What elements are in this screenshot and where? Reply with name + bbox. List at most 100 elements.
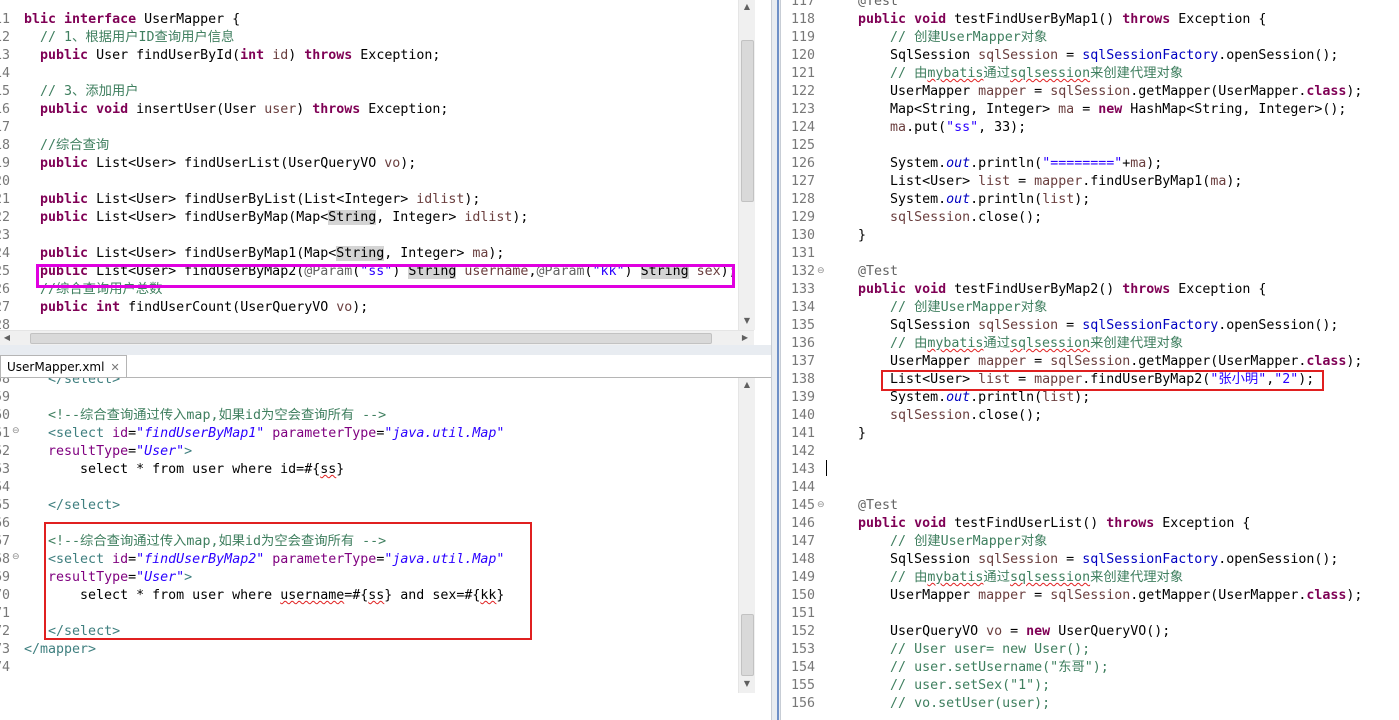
code-line[interactable]: UserMapper mapper = sqlSession.getMapper… (826, 587, 1362, 605)
code-line[interactable]: @Test (826, 497, 898, 515)
code-line[interactable]: <!--综合查询通过传入map,如果id为空会查询所有 --> (24, 533, 386, 551)
line-number: 11 (0, 12, 10, 27)
line-number: 150 (790, 588, 815, 603)
code-area[interactable]: 117 @Test 118 public void testFindUserByM… (781, 0, 1393, 720)
code-line[interactable]: public void testFindUserByMap2() throws … (826, 281, 1266, 299)
code-line[interactable]: UserMapper mapper = sqlSession.getMapper… (826, 353, 1362, 371)
code-line[interactable]: ma.put("ss", 33); (826, 119, 1026, 137)
scroll-thumb[interactable] (741, 40, 754, 202)
code-line[interactable]: // 由mybatis通过sqlsession来创建代理对象 (826, 569, 1183, 587)
code-line[interactable]: // 创建UserMapper对象 (826, 299, 1047, 317)
tab-usermapper-xml[interactable]: UserMapper.xml ✕ (0, 355, 127, 378)
line-number: 64 (0, 480, 10, 495)
arrow-up-icon[interactable]: ▲ (742, 380, 752, 390)
arrow-down-icon[interactable]: ▼ (742, 679, 752, 689)
code-line[interactable]: SqlSession sqlSession = sqlSessionFactor… (826, 47, 1338, 65)
code-line[interactable]: //综合查询用户总数 (24, 281, 162, 299)
fold-toggle-icon[interactable]: ⊖ (12, 426, 20, 436)
code-line[interactable]: <select id="findUserByMap2" parameterTyp… (24, 551, 504, 569)
code-line[interactable]: public List<User> findUserByList(List<In… (24, 191, 480, 209)
code-line[interactable]: blic interface UserMapper { (24, 11, 240, 29)
code-line[interactable]: select * from user where id=#{ss} (24, 461, 344, 479)
arrow-left-icon[interactable]: ◀ (2, 333, 12, 343)
line-number: 74 (0, 660, 10, 675)
fold-toggle-icon[interactable]: ⊖ (817, 266, 825, 276)
code-line[interactable]: sqlSession.close(); (826, 209, 1042, 227)
code-line[interactable]: SqlSession sqlSession = sqlSessionFactor… (826, 551, 1338, 569)
horizontal-scrollbar[interactable]: ◀ ▶ (0, 330, 754, 345)
code-line[interactable]: public List<User> findUserByMap2(@Param(… (24, 263, 737, 281)
code-line[interactable]: // User user= new User(); (826, 641, 1090, 659)
mapper-xml-editor[interactable]: 58 </select> 59 60 <!--综合查询通过传入map,如果id为空会… (0, 378, 771, 720)
line-number: 129 (790, 210, 815, 225)
vertical-scrollbar[interactable]: ▲ ▼ (738, 378, 755, 693)
line-number: 117 (790, 0, 815, 9)
scroll-thumb[interactable] (741, 614, 754, 676)
code-line[interactable]: </mapper> (24, 641, 96, 659)
code-line[interactable]: </select> (24, 378, 120, 389)
close-icon[interactable]: ✕ (110, 361, 119, 374)
vertical-scrollbar[interactable]: ▲ ▼ (738, 0, 755, 330)
code-line[interactable]: Map<String, Integer> ma = new HashMap<St… (826, 101, 1346, 119)
code-line[interactable]: // vo.setUser(user); (826, 695, 1050, 713)
code-line[interactable]: System.out.println(list); (826, 389, 1090, 407)
line-number: 16 (0, 102, 10, 117)
line-number: 66 (0, 516, 10, 531)
test-class-editor[interactable]: 117 @Test 118 public void testFindUserByM… (781, 0, 1399, 720)
code-line[interactable]: public List<User> findUserByMap(Map<Stri… (24, 209, 528, 227)
line-number: 123 (790, 102, 815, 117)
code-line[interactable]: @Test (826, 263, 898, 281)
line-number: 17 (0, 120, 10, 135)
code-line[interactable]: resultType="User"> (24, 569, 192, 587)
arrow-right-icon[interactable]: ▶ (740, 333, 750, 343)
line-number: 143 (790, 462, 815, 477)
code-line[interactable]: // 3、添加用户 (24, 83, 139, 101)
code-line[interactable]: @Test (826, 0, 898, 11)
arrow-up-icon[interactable]: ▲ (742, 2, 752, 12)
code-line[interactable]: public List<User> findUserByMap1(Map<Str… (24, 245, 504, 263)
code-line[interactable]: //综合查询 (24, 137, 109, 155)
fold-toggle-icon[interactable]: ⊖ (12, 552, 20, 562)
code-line[interactable]: public int findUserCount(UserQueryVO vo)… (24, 299, 368, 317)
code-line[interactable]: List<User> list = mapper.findUserByMap2(… (826, 371, 1314, 389)
code-line[interactable]: } (826, 227, 866, 245)
code-line[interactable]: // 1、根据用户ID查询用户信息 (24, 29, 234, 47)
mapper-interface-editor[interactable]: 11 blic interface UserMapper {12 // 1、根据用… (0, 0, 757, 345)
split-divider[interactable] (771, 0, 781, 720)
arrow-down-icon[interactable]: ▼ (742, 316, 752, 326)
code-line[interactable]: // 创建UserMapper对象 (826, 29, 1047, 47)
code-line[interactable]: } (826, 425, 866, 443)
code-line[interactable]: public List<User> findUserList(UserQuery… (24, 155, 416, 173)
line-number: 20 (0, 174, 10, 189)
code-line[interactable]: List<User> list = mapper.findUserByMap1(… (826, 173, 1242, 191)
code-line[interactable]: // user.setUsername("东哥"); (826, 659, 1109, 677)
code-line[interactable]: <select id="findUserByMap1" parameterTyp… (24, 425, 504, 443)
code-line[interactable]: System.out.println(list); (826, 191, 1090, 209)
code-line[interactable]: UserQueryVO vo = new UserQueryVO(); (826, 623, 1170, 641)
code-line[interactable]: UserMapper mapper = sqlSession.getMapper… (826, 83, 1362, 101)
line-number: 130 (790, 228, 815, 243)
code-line[interactable]: // 创建UserMapper对象 (826, 533, 1047, 551)
code-line[interactable]: // 由mybatis通过sqlsession来创建代理对象 (826, 65, 1183, 83)
code-line[interactable]: sqlSession.close(); (826, 407, 1042, 425)
code-line[interactable]: public void insertUser(User user) throws… (24, 101, 448, 119)
code-line[interactable]: public void testFindUserByMap1() throws … (826, 11, 1266, 29)
code-line[interactable]: </select> (24, 623, 120, 641)
scroll-thumb[interactable] (30, 333, 712, 344)
line-number: 19 (0, 156, 10, 171)
code-line[interactable]: // user.setSex("1"); (826, 677, 1050, 695)
code-line[interactable]: </select> (24, 497, 120, 515)
code-line[interactable]: public void testFindUserList() throws Ex… (826, 515, 1250, 533)
code-line[interactable]: System.out.println("========"+ma); (826, 155, 1162, 173)
line-number: 118 (790, 12, 815, 27)
code-line[interactable]: public User findUserById(int id) throws … (24, 47, 440, 65)
fold-toggle-icon[interactable]: ⊖ (817, 500, 825, 510)
code-line[interactable]: SqlSession sqlSession = sqlSessionFactor… (826, 317, 1338, 335)
code-area[interactable]: 11 blic interface UserMapper {12 // 1、根据用… (0, 0, 740, 333)
code-line[interactable]: // 由mybatis通过sqlsession来创建代理对象 (826, 335, 1183, 353)
code-line[interactable]: <!--综合查询通过传入map,如果id为空会查询所有 --> (24, 407, 386, 425)
code-area[interactable]: 58 </select> 59 60 <!--综合查询通过传入map,如果id为空会… (0, 378, 755, 720)
line-number: 125 (790, 138, 815, 153)
code-line[interactable]: resultType="User"> (24, 443, 192, 461)
code-line[interactable]: select * from user where username=#{ss} … (24, 587, 504, 605)
